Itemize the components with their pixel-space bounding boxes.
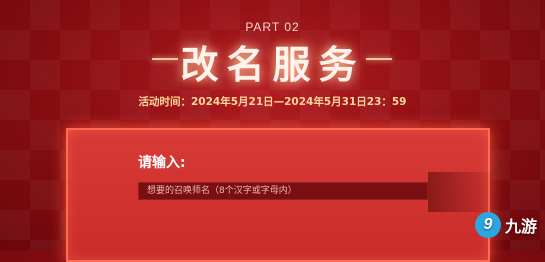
jiuyou-logo-icon: 9 <box>474 212 501 238</box>
watermark-text: 九游 <box>504 217 537 236</box>
watermark: 9 九游 <box>474 212 537 238</box>
rename-panel: 请输入: <box>66 128 498 262</box>
page-title: 改名服务 <box>180 43 365 87</box>
summoner-name-input[interactable] <box>138 182 428 200</box>
part-label: PART 02 <box>245 20 300 34</box>
input-label: 请输入: <box>138 155 186 171</box>
event-time: 活动时间：2024年5月21日—2024年5月31日23：59 <box>138 96 407 108</box>
input-shadow <box>428 172 498 212</box>
title-decoration-right <box>366 58 392 60</box>
